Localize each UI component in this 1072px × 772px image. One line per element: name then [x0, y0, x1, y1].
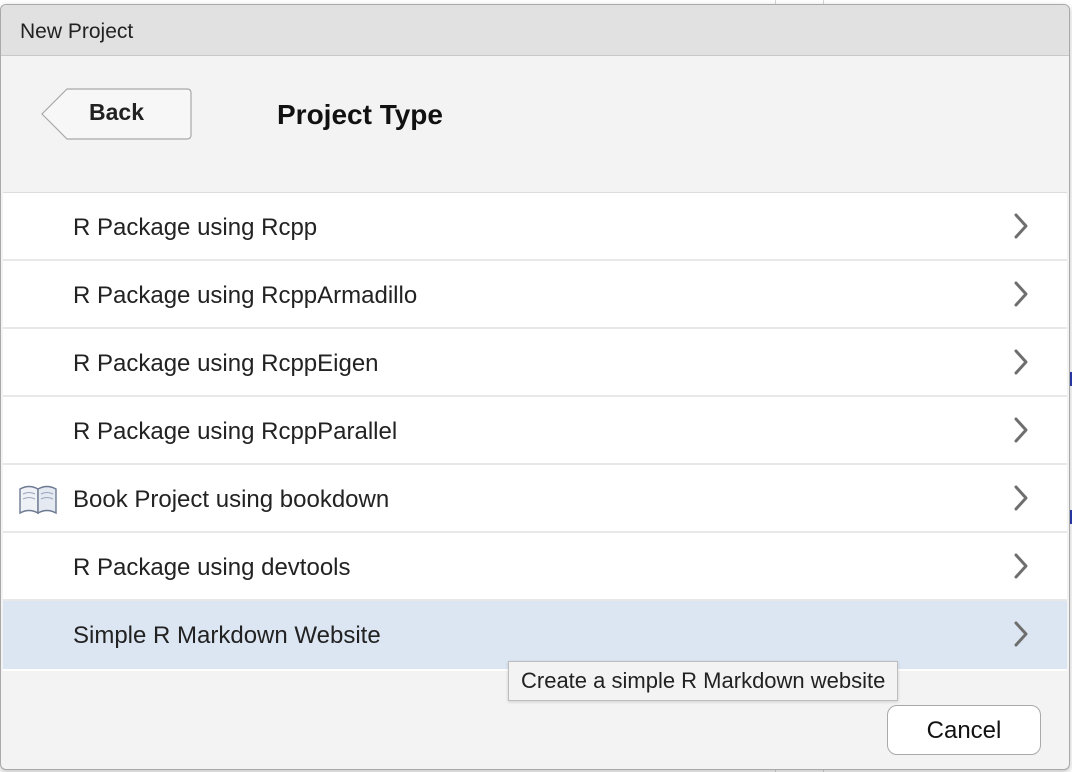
- page-title: Project Type: [277, 99, 443, 130]
- list-item[interactable]: R Package using devtools: [3, 533, 1067, 601]
- book-icon: [17, 481, 59, 522]
- chevron-right-icon: [1013, 621, 1029, 652]
- chevron-right-icon: [1013, 281, 1029, 312]
- list-item-label: Book Project using bookdown: [73, 486, 390, 513]
- new-project-dialog: New Project Back Project Type R Package …: [0, 4, 1070, 770]
- chevron-right-icon: [1013, 213, 1029, 244]
- chevron-right-icon: [1013, 349, 1029, 380]
- list-item-label: R Package using Rcpp: [73, 214, 318, 241]
- list-item[interactable]: Simple R Markdown Website: [3, 601, 1067, 669]
- back-button[interactable]: Back: [41, 88, 192, 140]
- chevron-right-icon: [1013, 485, 1029, 516]
- list-item-label: R Package using RcppParallel: [73, 418, 398, 445]
- cancel-button[interactable]: Cancel: [887, 705, 1041, 755]
- list-item[interactable]: R Package using RcppEigen: [3, 329, 1067, 397]
- list-item[interactable]: Book Project using bookdown: [3, 465, 1067, 533]
- list-item[interactable]: R Package using RcppArmadillo: [3, 261, 1067, 329]
- project-type-list: R Package using Rcpp R Package using Rcpp…: [3, 192, 1067, 671]
- chevron-right-icon: [1013, 417, 1029, 448]
- list-item-label: R Package using RcppArmadillo: [73, 282, 418, 309]
- list-item-label: Simple R Markdown Website: [73, 622, 381, 649]
- tooltip: Create a simple R Markdown website: [508, 661, 899, 701]
- dialog-titlebar: New Project: [1, 5, 1069, 56]
- list-item-label: R Package using devtools: [73, 554, 351, 581]
- list-item[interactable]: R Package using RcppParallel: [3, 397, 1067, 465]
- list-item[interactable]: R Package using Rcpp: [3, 193, 1067, 261]
- back-button-label: Back: [89, 99, 144, 125]
- dialog-title: New Project: [20, 20, 134, 43]
- chevron-right-icon: [1013, 553, 1029, 584]
- list-item-label: R Package using RcppEigen: [73, 350, 379, 377]
- dialog-header: Back Project Type: [1, 56, 1069, 180]
